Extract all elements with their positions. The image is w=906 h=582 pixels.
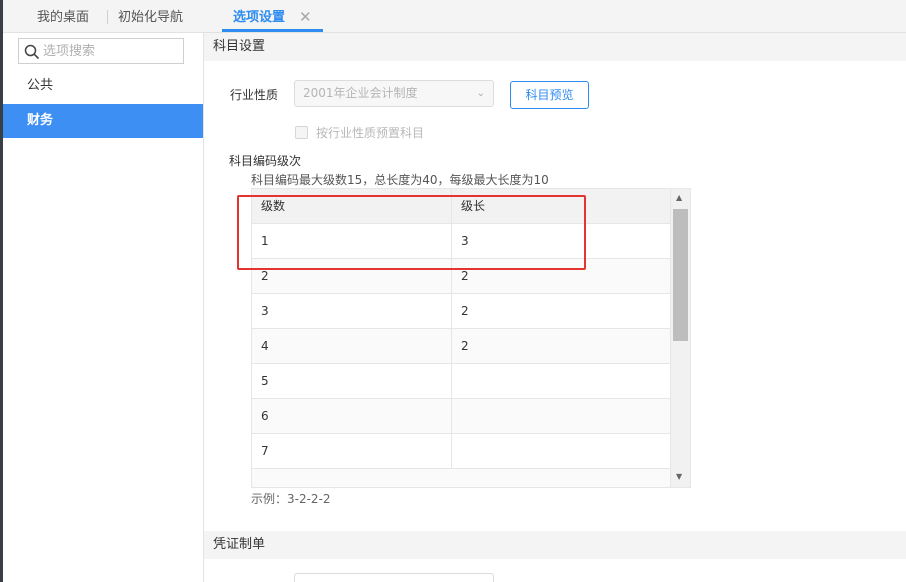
table-row[interactable]: 3 2 xyxy=(252,294,670,329)
code-level-hint: 科目编码最大级数15，总长度为40，每级最大长度为10 xyxy=(251,173,549,187)
scroll-up-arrow-icon[interactable]: ▲ xyxy=(676,193,682,202)
table-row[interactable]: 4 2 xyxy=(252,329,670,364)
table-row[interactable]: 7 xyxy=(252,434,670,469)
preset-accounts-label: 按行业性质预置科目 xyxy=(316,126,425,140)
code-example: 示例：3-2-2-2 xyxy=(251,492,331,506)
code-level-label: 科目编码级次 xyxy=(229,154,302,168)
tab-init-guide[interactable]: 初始化导航 xyxy=(118,0,183,33)
table-row[interactable]: 6 xyxy=(252,399,670,434)
section-title-voucher: 凭证制单 xyxy=(204,531,906,559)
tab-options-label: 选项设置 xyxy=(233,10,286,25)
tab-divider xyxy=(107,10,108,24)
sidebar: 公共 财务 xyxy=(3,33,204,582)
length-cell[interactable]: 2 xyxy=(452,294,670,328)
table-row[interactable]: 5 xyxy=(252,364,670,399)
level-cell: 3 xyxy=(252,294,452,328)
level-cell: 6 xyxy=(252,399,452,433)
preset-accounts-checkbox[interactable] xyxy=(295,126,308,139)
chevron-down-icon: ⌄ xyxy=(476,88,485,99)
level-cell: 7 xyxy=(252,434,452,468)
industry-label: 行业性质 xyxy=(230,88,279,102)
scroll-down-arrow-icon[interactable]: ▼ xyxy=(676,472,682,481)
table-row xyxy=(252,469,670,487)
search-icon xyxy=(24,44,40,60)
level-cell: 4 xyxy=(252,329,452,363)
table-scrollbar[interactable]: ▲ ▼ xyxy=(670,189,690,487)
voucher-select[interactable] xyxy=(294,573,494,582)
main-panel: 科目设置 行业性质 2001年企业会计制度 ⌄ 科目预览 按行业性质预置科目 科… xyxy=(204,33,906,582)
length-cell[interactable] xyxy=(452,434,670,468)
industry-select-value: 2001年企业会计制度 xyxy=(303,86,418,100)
account-preview-button[interactable]: 科目预览 xyxy=(510,81,589,109)
length-cell[interactable] xyxy=(452,364,670,398)
level-cell: 5 xyxy=(252,364,452,398)
active-tab-indicator xyxy=(222,29,323,32)
industry-select[interactable]: 2001年企业会计制度 ⌄ xyxy=(294,80,494,107)
scrollbar-thumb[interactable] xyxy=(673,209,688,341)
search-input[interactable] xyxy=(43,41,181,61)
tab-bar: 我的桌面 初始化导航 选项设置 ✕ xyxy=(3,0,906,33)
length-cell[interactable] xyxy=(452,399,670,433)
search-box[interactable] xyxy=(18,38,184,64)
sidebar-item-finance[interactable]: 财务 xyxy=(3,104,203,138)
tab-my-desktop[interactable]: 我的桌面 xyxy=(37,0,89,33)
sidebar-item-public[interactable]: 公共 xyxy=(3,69,203,103)
highlight-annotation-box xyxy=(237,195,586,270)
length-cell[interactable]: 2 xyxy=(452,329,670,363)
section-title-account-settings: 科目设置 xyxy=(204,33,906,61)
